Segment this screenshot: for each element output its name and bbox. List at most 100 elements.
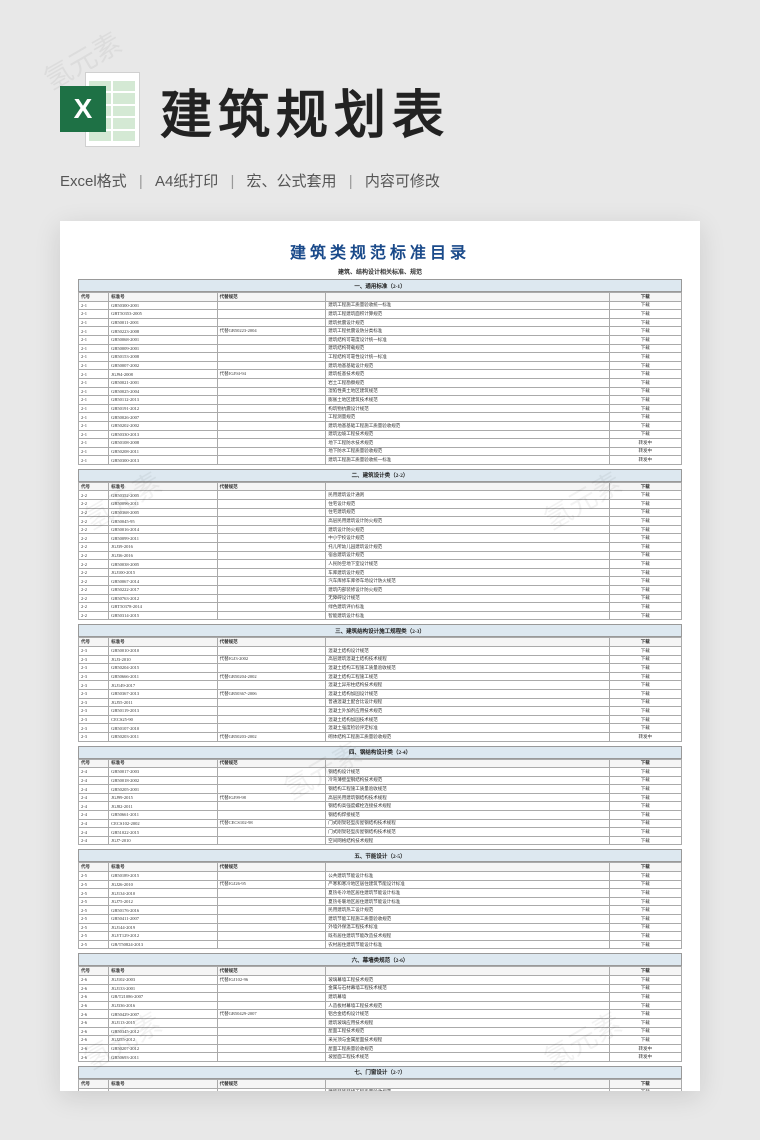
column-header: 标准号 — [109, 967, 218, 976]
table-row: 2-2JGJ100-2015车库建筑设计规范下载 — [79, 568, 682, 577]
table-cell: 人造板材幕墙工程技术规范 — [326, 1001, 609, 1010]
table-cell: 无障碍设计规范 — [326, 594, 609, 603]
table-cell — [217, 335, 326, 344]
table-cell — [217, 568, 326, 577]
table-row: 2-5JGJ75-2012夏热冬暖地区居住建筑节能设计标准下载 — [79, 897, 682, 906]
table-cell: GB50367-2013 — [109, 689, 218, 698]
table-cell: 托儿所幼儿园建筑设计规范 — [326, 543, 609, 552]
table-cell: GB50007-2002 — [109, 361, 218, 370]
section-header: 三、建筑结构设计施工规程类（2-3） — [78, 624, 682, 637]
table-cell: 下载 — [609, 828, 681, 837]
table-cell: 2-1 — [79, 413, 109, 422]
table-cell — [217, 603, 326, 612]
table-cell: 2-6 — [79, 1036, 109, 1045]
table-cell: 建筑抗震设计规范 — [326, 318, 609, 327]
table-cell: GB50119-2013 — [109, 707, 218, 716]
table-row: 2-6JGJ113-2015建筑玻璃应用技术规程下载 — [79, 1018, 682, 1027]
table-cell: 住宅建筑规范 — [326, 508, 609, 517]
table-cell: 钢结构设计规范 — [326, 768, 609, 777]
table-row: 2-2GB50096-2011住宅设计规范下载 — [79, 500, 682, 509]
column-header: 标准号 — [109, 1079, 218, 1088]
table-cell: 2-1 — [79, 387, 109, 396]
table-cell: 下载 — [609, 707, 681, 716]
table-cell: GB50011-2001 — [109, 318, 218, 327]
table-cell: 代替JGJ94-94 — [217, 370, 326, 379]
table-cell: 2-1 — [79, 327, 109, 336]
table-cell: 2-1 — [79, 353, 109, 362]
table-row: 2-1GB50011-2001建筑抗震设计规范下载 — [79, 318, 682, 327]
table-row: 2-4JGJ99-2015代替JGJ99-98高层民用建筑钢结构技术规程下载 — [79, 793, 682, 802]
table-cell: 屋面工程质量验收规范 — [326, 1044, 609, 1053]
table-row: 2-2GB50038-2005人民防空地下室设计规范下载 — [79, 560, 682, 569]
table-cell: 下载 — [609, 517, 681, 526]
table-cell: 代替GB50203-2002 — [217, 732, 326, 741]
table-cell: 下载 — [609, 387, 681, 396]
table-cell: 2-6 — [79, 1053, 109, 1062]
table-cell: 2-3 — [79, 689, 109, 698]
table-cell: 2-4 — [79, 793, 109, 802]
table-cell: 下载 — [609, 327, 681, 336]
table-row: 2-2JGJ36-2016宿舍建筑设计规范下载 — [79, 551, 682, 560]
column-header: 标准号 — [109, 482, 218, 491]
table-cell — [217, 551, 326, 560]
table-cell — [217, 664, 326, 673]
table-row: 2-6GB50693-2011坡屋面工程技术规范转发中 — [79, 1053, 682, 1062]
table-cell: 2-1 — [79, 421, 109, 430]
table-cell: 中小学校设计规范 — [326, 534, 609, 543]
table-cell: 2-2 — [79, 577, 109, 586]
table-row: 2-2GB50067-2014汽车库修车库停车场设计防火规范下载 — [79, 577, 682, 586]
table-cell: 下载 — [609, 1018, 681, 1027]
table-cell: 建筑地基基础设计规范 — [326, 361, 609, 370]
table-cell: 空间网格结构技术规程 — [326, 836, 609, 845]
table-cell: 下载 — [609, 889, 681, 898]
table-cell: 金属与石材幕墙工程技术规范 — [326, 984, 609, 993]
table-row: 2-6GB50207-2012屋面工程质量验收规范转发中 — [79, 1044, 682, 1053]
table-cell: 混凝土结构加固设计规范 — [326, 689, 609, 698]
table-cell: 下载 — [609, 586, 681, 595]
table-cell: 2-3 — [79, 646, 109, 655]
table-cell: 普通混凝土配合比设计规程 — [326, 698, 609, 707]
meta-print: A4纸打印 — [155, 173, 218, 190]
table-cell: GBT50378-2014 — [109, 603, 218, 612]
table-cell: 下载 — [609, 664, 681, 673]
table-cell: 2-6 — [79, 984, 109, 993]
table-cell — [217, 940, 326, 949]
table-cell — [217, 353, 326, 362]
table-cell — [217, 517, 326, 526]
table-cell: 2-1 — [79, 310, 109, 319]
table-cell: 2-2 — [79, 517, 109, 526]
table-cell: 转发中 — [609, 1044, 681, 1053]
table-cell: 2-6 — [79, 993, 109, 1002]
table-cell: JGJ3-2010 — [109, 655, 218, 664]
table-cell: 下载 — [609, 768, 681, 777]
table-cell: 下载 — [609, 689, 681, 698]
table-cell: GB50352-2005 — [109, 491, 218, 500]
table-cell: 下载 — [609, 872, 681, 881]
table-row: 2-1GB50112-2013膨胀土地区建筑技术规范下载 — [79, 396, 682, 405]
table-cell: 混凝土结构工程施工规范 — [326, 672, 609, 681]
table-cell — [217, 387, 326, 396]
table-cell: GB50411-2007 — [109, 915, 218, 924]
table-cell — [217, 404, 326, 413]
table-cell — [217, 577, 326, 586]
standards-table: 代号标准号代替规范下载2-7GB50210-2001建筑装饰装修工程质量验收规范… — [78, 1079, 682, 1091]
table-cell — [217, 318, 326, 327]
table-cell: 2-2 — [79, 568, 109, 577]
table-cell — [217, 1027, 326, 1036]
table-cell: 高层民用建筑设计防火规范 — [326, 517, 609, 526]
table-cell: 2-5 — [79, 872, 109, 881]
table-cell — [217, 344, 326, 353]
table-cell: 下载 — [609, 793, 681, 802]
table-cell: 2-5 — [79, 915, 109, 924]
table-cell — [217, 543, 326, 552]
table-cell: GB50666-2011 — [109, 672, 218, 681]
table-cell: 2-2 — [79, 594, 109, 603]
table-cell: 建筑幕墙 — [326, 993, 609, 1002]
table-cell: GBT50353-2005 — [109, 310, 218, 319]
table-cell: 住宅设计规范 — [326, 500, 609, 509]
doc-title: 建筑类规范标准目录 — [78, 239, 682, 263]
table-cell — [217, 439, 326, 448]
table-cell — [217, 310, 326, 319]
table-cell: 下载 — [609, 785, 681, 794]
table-cell: 工程测量规范 — [326, 413, 609, 422]
